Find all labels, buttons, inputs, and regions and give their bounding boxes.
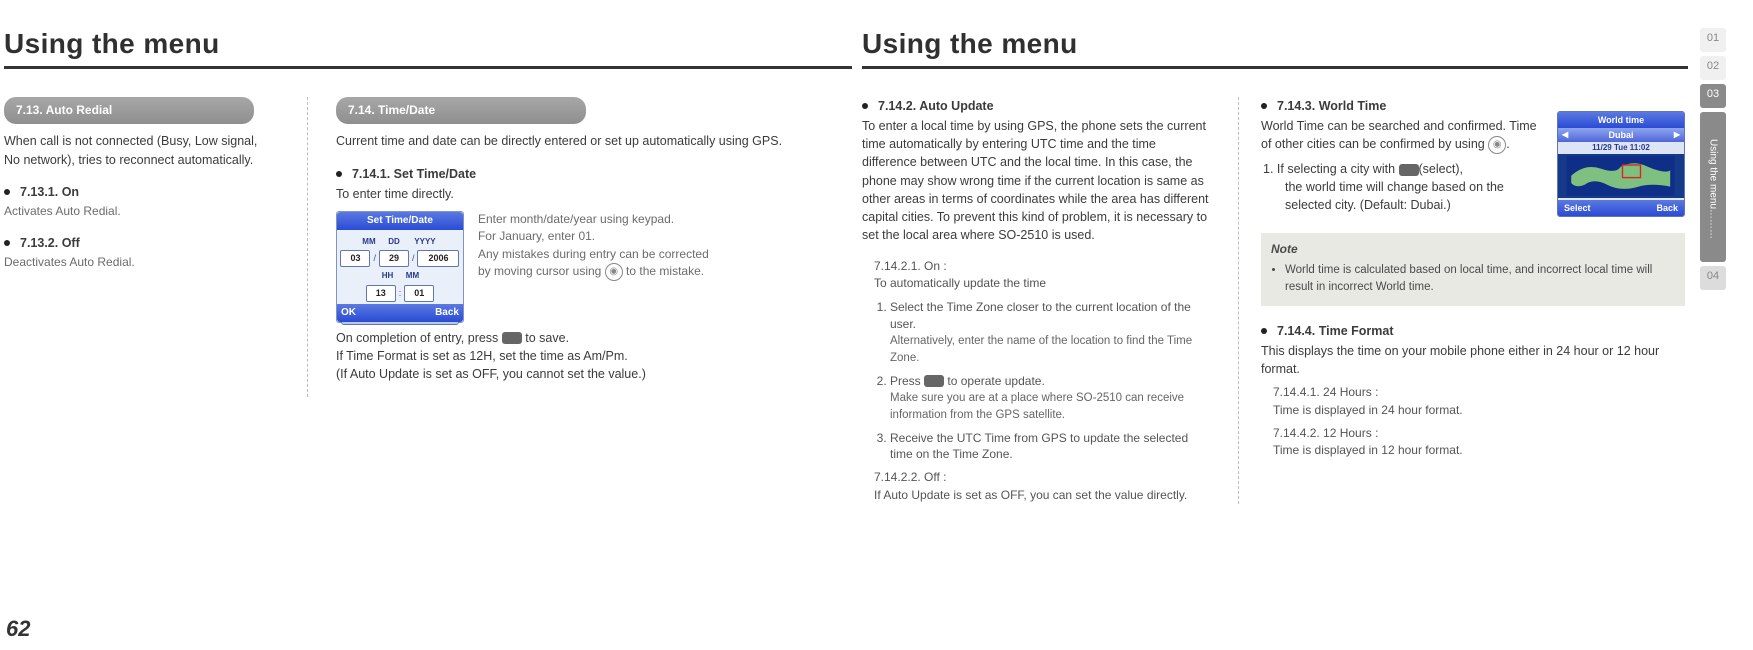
section-world-time: World time ◀ Dubai ▶ 11/29 Tue 11:02 (1255, 97, 1685, 504)
label-mn: MM (401, 270, 423, 282)
screenshot-title: Set Time/Date (337, 212, 463, 230)
auto-update-header: 7.14.2. Auto Update (862, 97, 1212, 115)
tab-03[interactable]: 03 (1700, 84, 1726, 108)
value-hh: 13 (366, 285, 396, 302)
section-auto-redial: 7.13. Auto Redial When call is not conne… (4, 97, 291, 397)
value-yyyy: 2006 (417, 250, 459, 267)
item-on-header: 7.13.1. On (4, 183, 269, 201)
column-divider (307, 97, 308, 397)
section-auto-update: 7.14.2. Auto Update To enter a local tim… (862, 97, 1222, 504)
softkey-ok: OK (341, 306, 356, 321)
auto-update-body: To enter a local time by using GPS, the … (862, 117, 1212, 244)
page-number: 62 (6, 616, 30, 642)
time-format-header: 7.14.4. Time Format (1261, 322, 1685, 340)
ok-key-icon (502, 332, 522, 344)
fmt12-body: Time is displayed in 12 hour format. (1273, 442, 1685, 459)
note-title: Note (1271, 241, 1675, 258)
screenshot-title: World time (1558, 112, 1684, 128)
note-box: Note World time is calculated based on l… (1261, 233, 1685, 306)
time-format-body: This displays the time on your mobile ph… (1261, 342, 1685, 378)
fmt24-body: Time is displayed in 24 hour format. (1273, 402, 1685, 419)
label-hh: HH (376, 270, 398, 282)
softkey-back: Back (1656, 200, 1678, 216)
page-title: Using the menu (4, 28, 858, 60)
entry-instructions: Enter month/date/year using keypad. For … (478, 211, 709, 281)
screenshot-city: Dubai (1608, 128, 1633, 142)
divider (4, 66, 852, 69)
after-entry: On completion of entry, press to save. I… (336, 329, 858, 383)
ok-key-icon (924, 375, 944, 387)
value-mn: 01 (404, 285, 434, 302)
label-yyyy: YYYY (408, 236, 442, 248)
tab-02[interactable]: 02 (1700, 56, 1726, 80)
value-mm: 03 (340, 250, 370, 267)
section-header: 7.13. Auto Redial (4, 97, 254, 124)
off-sub: If Auto Update is set as OFF, you can se… (874, 487, 1212, 504)
page-left: Using the menu 7.13. Auto Redial When ca… (0, 0, 858, 650)
phone-screenshot-set-time: Set Time/Date MM DD YYYY 03 / 29 (336, 211, 464, 323)
page-title: Using the menu (862, 28, 1694, 60)
label-dd: DD (383, 236, 405, 248)
tab-01[interactable]: 01 (1700, 28, 1726, 52)
on-steps: Select the Time Zone closer to the curre… (890, 299, 1212, 463)
world-map-icon (1558, 154, 1684, 198)
section-time-date: 7.14. Time/Date Current time and date ca… (324, 97, 858, 397)
tab-label: Using the menu……… (1700, 112, 1726, 262)
item-set-time-header: 7.14.1. Set Time/Date (336, 165, 858, 183)
softkey-select: Select (1564, 200, 1591, 216)
section-header: 7.14. Time/Date (336, 97, 586, 124)
divider (862, 66, 1688, 69)
off-title: 7.14.2.2. Off : (874, 469, 1212, 486)
section-intro: When call is not connected (Busy, Low si… (4, 132, 269, 168)
item-off-body: Deactivates Auto Redial. (4, 254, 269, 271)
phone-screenshot-world-time: World time ◀ Dubai ▶ 11/29 Tue 11:02 (1557, 111, 1685, 217)
column-divider (1238, 97, 1239, 504)
sep1: / (373, 252, 376, 265)
side-tabs: 01 02 03 Using the menu……… 04 (1698, 0, 1728, 650)
ok-key-icon (1399, 164, 1419, 176)
nav-key-icon: ◉ (605, 263, 623, 281)
colon: : (399, 287, 402, 300)
fmt24-title: 7.14.4.1. 24 Hours : (1273, 384, 1685, 401)
nav-key-icon: ◉ (1488, 136, 1506, 154)
value-dd: 29 (379, 250, 409, 267)
note-item: World time is calculated based on local … (1285, 262, 1675, 295)
screenshot-date: 11/29 Tue 11:02 (1558, 142, 1684, 154)
on-title: 7.14.2.1. On : (874, 258, 1212, 275)
item-set-time-body: To enter time directly. (336, 185, 858, 203)
item-off-header: 7.13.2. Off (4, 234, 269, 252)
section-intro: Current time and date can be directly en… (336, 132, 858, 150)
item-on-body: Activates Auto Redial. (4, 203, 269, 220)
softkey-back: Back (435, 306, 459, 321)
page-right: Using the menu 7.14.2. Auto Update To en… (858, 0, 1728, 650)
sep2: / (412, 252, 415, 265)
tab-04[interactable]: 04 (1700, 266, 1726, 290)
fmt12-title: 7.14.4.2. 12 Hours : (1273, 425, 1685, 442)
world-time-header: 7.14.3. World Time (1261, 97, 1547, 115)
on-sub: To automatically update the time (874, 275, 1212, 292)
label-mm: MM (358, 236, 380, 248)
